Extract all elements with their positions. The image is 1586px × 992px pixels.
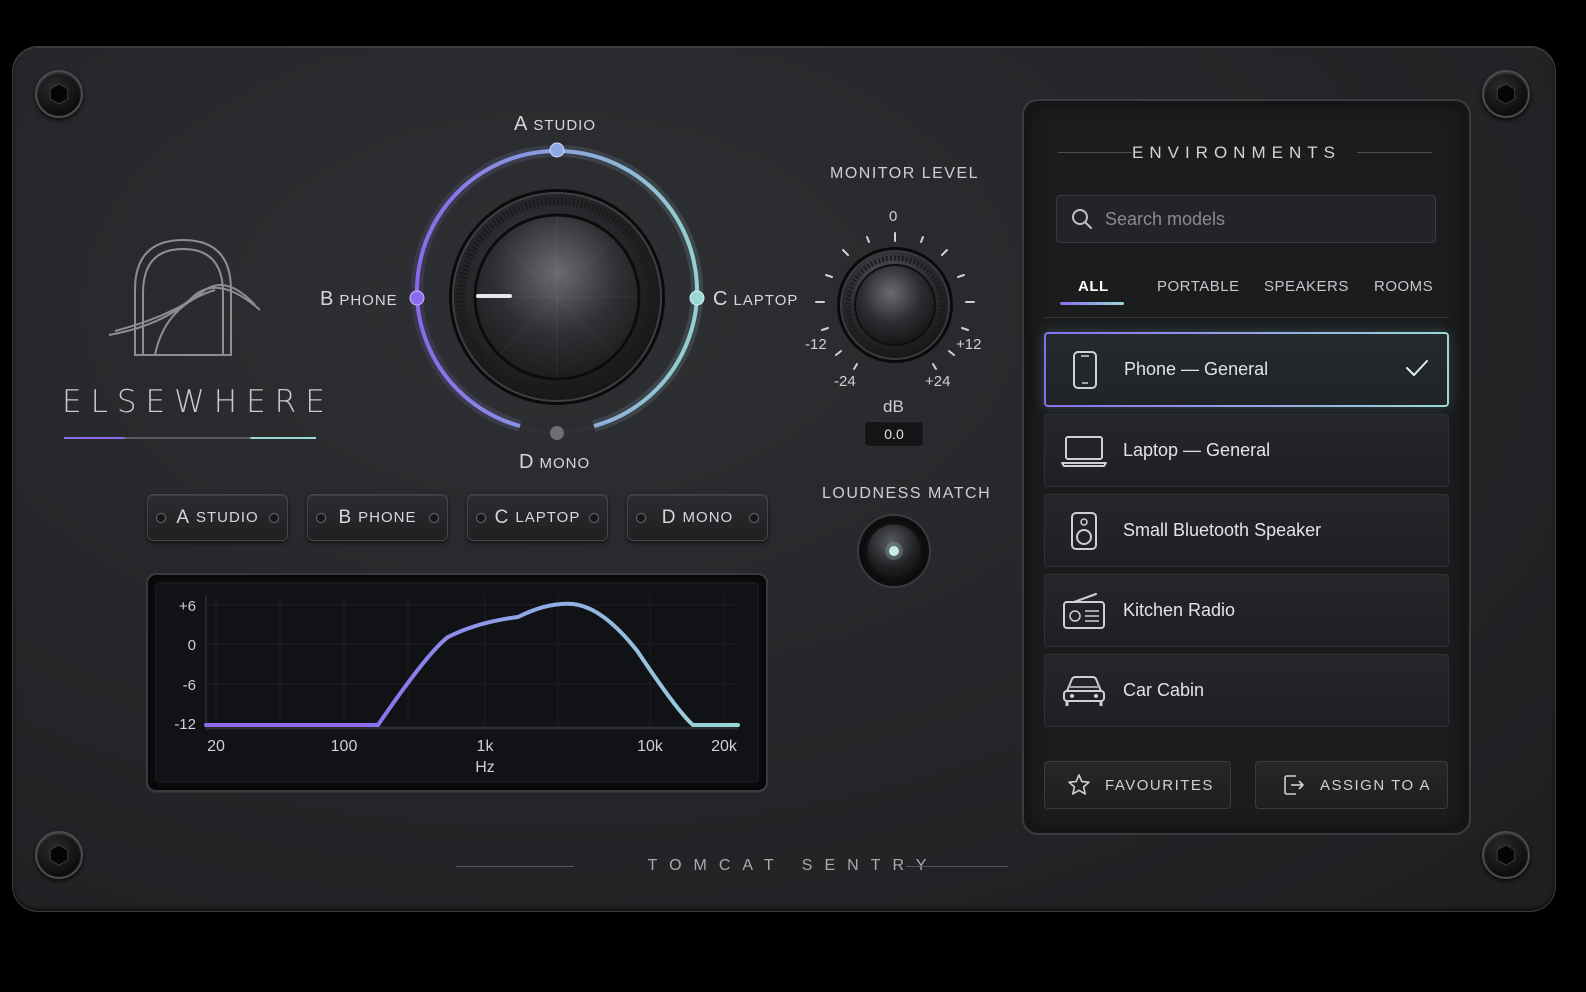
phone-icon	[1073, 350, 1097, 389]
model-item-car-cabin[interactable]: Car Cabin	[1044, 654, 1449, 727]
slot-button-d[interactable]: D MONO	[627, 494, 768, 541]
screw-top-right-icon	[1482, 70, 1530, 118]
slot-led-icon	[269, 513, 279, 523]
monitor-tick-0: 0	[889, 208, 898, 225]
car-icon	[1063, 675, 1105, 706]
assign-icon	[1284, 775, 1304, 795]
environment-selector-knob[interactable]	[400, 135, 714, 449]
monitor-unit: dB	[883, 397, 904, 416]
slot-button-c[interactable]: C LAPTOP	[467, 494, 608, 541]
model-name: Small Bluetooth Speaker	[1123, 520, 1322, 540]
model-item-kitchen-radio[interactable]: Kitchen Radio	[1044, 574, 1449, 647]
favourites-button[interactable]: FAVOURITES	[1044, 761, 1231, 809]
eq-y-tick: +6	[179, 598, 196, 615]
model-item-small-bluetooth-speaker[interactable]: Small Bluetooth Speaker	[1044, 494, 1449, 567]
speaker-icon	[1071, 511, 1097, 550]
monitor-tick-plus12: +12	[956, 336, 982, 353]
tab-rooms[interactable]: ROOMS	[1374, 278, 1433, 295]
slot-led-icon	[749, 513, 759, 523]
star-icon	[1068, 774, 1090, 795]
slot-led-icon	[429, 513, 439, 523]
tab-divider	[1044, 317, 1449, 318]
selector-label-c: C LAPTOP	[713, 288, 799, 310]
model-name: Kitchen Radio	[1123, 600, 1236, 620]
search-box[interactable]	[1056, 195, 1436, 243]
eq-x-tick: 100	[331, 738, 358, 755]
eq-y-tick: -12	[174, 716, 196, 733]
elsewhere-logo-icon	[108, 238, 261, 356]
eq-x-tick: 1k	[477, 738, 495, 755]
selector-label-a: A STUDIO	[514, 113, 597, 135]
monitor-tick-minus12: -12	[805, 336, 827, 353]
active-tab-indicator	[1060, 302, 1124, 305]
slot-button-a[interactable]: A STUDIO	[147, 494, 288, 541]
model-name: Car Cabin	[1123, 680, 1205, 700]
model-name: Laptop — General	[1123, 440, 1271, 460]
model-item-laptop-general[interactable]: Laptop — General	[1044, 414, 1449, 487]
env-title-rule-right	[1357, 152, 1432, 153]
eq-x-tick: 10k	[637, 738, 664, 755]
eq-x-tick: 20	[207, 738, 225, 755]
loudness-match-toggle[interactable]	[856, 513, 932, 589]
check-icon	[1406, 360, 1428, 376]
monitor-tick-plus24: +24	[925, 373, 951, 390]
search-input[interactable]	[1105, 208, 1405, 230]
screw-top-left-icon	[35, 70, 83, 118]
brand-underline	[64, 437, 316, 439]
model-name: Phone — General	[1124, 359, 1269, 379]
tab-all[interactable]: ALL	[1078, 278, 1109, 295]
radio-icon	[1063, 592, 1105, 629]
model-item-phone-general[interactable]: Phone — General	[1044, 332, 1449, 407]
slot-led-icon	[636, 513, 646, 523]
eq-x-tick: 20k	[711, 738, 738, 755]
loudness-match-title: LOUDNESS MATCH	[822, 485, 992, 502]
tab-speakers[interactable]: SPEAKERS	[1264, 278, 1349, 295]
env-title-rule-left	[1058, 152, 1132, 153]
search-icon	[1072, 209, 1092, 229]
slot-led-icon	[589, 513, 599, 523]
slot-button-b[interactable]: B PHONE	[307, 494, 448, 541]
monitor-level-knob[interactable]	[810, 205, 980, 375]
eq-y-tick: 0	[188, 637, 196, 654]
monitor-tick-minus24: -24	[834, 373, 856, 390]
environments-title: ENVIRONMENTS	[1132, 143, 1341, 162]
frequency-response-display: +6 0 -6 -12 20 100 1k 10k 20k Hz	[146, 573, 768, 792]
eq-y-tick: -6	[183, 677, 196, 694]
selector-label-b: B PHONE	[320, 288, 398, 310]
monitor-level-value[interactable]: 0.0	[864, 421, 924, 447]
maker-name: TOMCAT SENTRY	[647, 857, 939, 874]
brand-name: ELSEWHERE	[62, 384, 334, 420]
slot-led-icon	[476, 513, 486, 523]
eq-x-unit: Hz	[475, 759, 495, 776]
selector-label-d: D MONO	[519, 451, 591, 473]
maker-rule-right	[906, 866, 1008, 867]
tab-portable[interactable]: PORTABLE	[1157, 278, 1240, 295]
slot-led-icon	[156, 513, 166, 523]
monitor-level-title: MONITOR LEVEL	[830, 165, 980, 182]
slot-led-icon	[316, 513, 326, 523]
assign-to-a-button[interactable]: ASSIGN TO A	[1255, 761, 1448, 809]
laptop-icon	[1061, 435, 1107, 467]
